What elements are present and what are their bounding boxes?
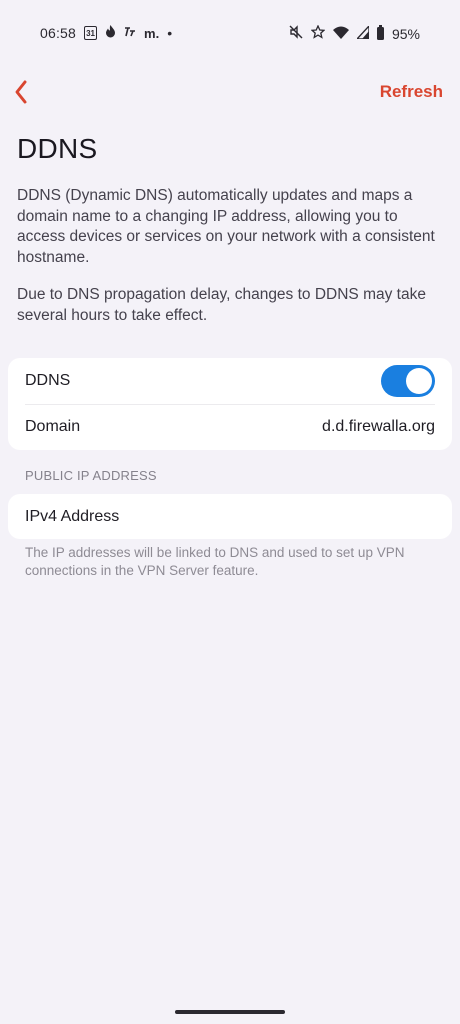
- ddns-description: DDNS (Dynamic DNS) automatically updates…: [17, 187, 435, 266]
- nav-bar: Refresh: [0, 70, 460, 114]
- fire-icon: [105, 25, 116, 41]
- public-ip-section-header: PUBLIC IP ADDRESS: [25, 468, 157, 483]
- domain-value: d.d.firewalla.org: [322, 418, 435, 435]
- mute-icon: [289, 25, 303, 42]
- battery-icon: [376, 25, 384, 40]
- refresh-button[interactable]: Refresh: [380, 82, 443, 102]
- ddns-label: DDNS: [25, 372, 71, 389]
- status-right: 95%: [289, 23, 420, 42]
- ddns-toggle-row: DDNS: [25, 358, 435, 405]
- status-bar: 06:58 31 m. • 95%: [0, 0, 460, 68]
- ddns-toggle[interactable]: [381, 365, 435, 397]
- public-ip-footnote: The IP addresses will be linked to DNS a…: [25, 545, 405, 578]
- calendar-icon: 31: [84, 26, 98, 40]
- notification-dot: •: [167, 25, 173, 41]
- status-time: 06:58: [40, 25, 77, 41]
- toggle-knob: [406, 368, 432, 394]
- ipv4-address-row[interactable]: IPv4 Address: [25, 494, 435, 539]
- propagation-note: Due to DNS propagation delay, changes to…: [17, 286, 426, 324]
- chevron-left-icon: [8, 80, 36, 112]
- star-icon: [310, 24, 326, 42]
- status-left: 06:58 31 m. •: [40, 25, 172, 41]
- hourglass-icon: [124, 25, 136, 41]
- signal-icon: [355, 23, 370, 42]
- domain-label: Domain: [25, 418, 81, 435]
- domain-row[interactable]: Domain d.d.firewalla.org: [25, 404, 435, 450]
- ddns-settings-card: DDNS Domain d.d.firewalla.org: [8, 358, 452, 450]
- app-glyph: m.: [144, 25, 160, 41]
- back-button[interactable]: [8, 76, 36, 108]
- ipv4-card: IPv4 Address: [8, 494, 452, 539]
- wifi-icon: [332, 26, 349, 42]
- battery-percent: 95%: [391, 25, 420, 42]
- ipv4-label: IPv4 Address: [25, 507, 120, 525]
- home-indicator[interactable]: [175, 1010, 285, 1014]
- page-title: DDNS: [17, 133, 98, 164]
